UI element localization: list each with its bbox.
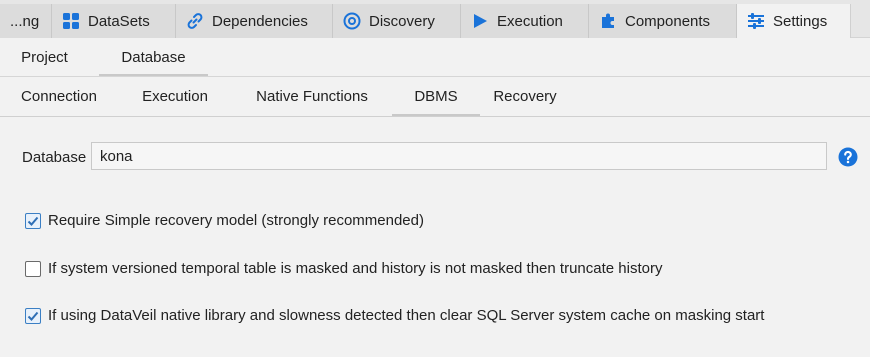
tab-execution[interactable]: Execution [461, 4, 589, 38]
tab-components[interactable]: Components [589, 4, 737, 38]
checkbox-label: If using DataVeil native library and slo… [48, 307, 765, 324]
tab-label: Database [121, 48, 186, 66]
tab-label: ...ng [10, 12, 40, 30]
main-tab-bar: ...ng DataSets Dependencies Discovery Ex… [0, 0, 870, 38]
tab-label: Connection [21, 88, 97, 105]
tab-label: Settings [773, 12, 828, 30]
option-clear-cache[interactable]: If using DataVeil native library and slo… [25, 307, 764, 324]
checkmark-icon [27, 216, 39, 226]
tab-db-execution[interactable]: Execution [118, 77, 232, 116]
target-icon [343, 12, 361, 30]
tab-recovery[interactable]: Recovery [480, 77, 570, 116]
database-input[interactable] [91, 142, 827, 170]
checkbox-label: Require Simple recovery model (strongly … [48, 212, 424, 229]
link-icon [186, 12, 204, 30]
tab-truncated[interactable]: ...ng [0, 4, 52, 38]
tab-dependencies[interactable]: Dependencies [176, 4, 333, 38]
tab-discovery[interactable]: Discovery [333, 4, 461, 38]
tab-database[interactable]: Database [99, 38, 208, 76]
puzzle-icon [599, 12, 617, 30]
tab-settings[interactable]: Settings [737, 4, 851, 38]
tab-label: Recovery [493, 88, 557, 105]
tab-dbms[interactable]: DBMS [392, 77, 480, 116]
checkbox[interactable] [25, 307, 41, 324]
tab-native-functions[interactable]: Native Functions [232, 77, 392, 116]
tab-label: DataSets [88, 12, 150, 30]
checkbox-label: If system versioned temporal table is ma… [48, 260, 663, 277]
tab-label: DBMS [414, 88, 458, 105]
tab-label: Execution [497, 12, 563, 30]
checkbox[interactable] [25, 212, 41, 229]
tab-datasets[interactable]: DataSets [52, 4, 176, 38]
tab-label: Execution [142, 88, 208, 105]
play-icon [471, 12, 489, 30]
database-label: Database [22, 149, 87, 166]
dbms-settings-panel: Database Require Simple recovery model (… [0, 118, 870, 357]
grid-icon [62, 12, 80, 30]
tab-label: Components [625, 12, 711, 30]
sliders-icon [747, 12, 765, 30]
tab-connection[interactable]: Connection [0, 77, 118, 116]
settings-tab-bar: Project Database [0, 38, 870, 77]
tab-label: Native Functions [256, 88, 368, 105]
tab-label: Discovery [369, 12, 435, 30]
option-simple-recovery[interactable]: Require Simple recovery model (strongly … [25, 212, 424, 229]
tab-project[interactable]: Project [0, 38, 89, 76]
tab-label: Dependencies [212, 12, 308, 30]
option-truncate-history[interactable]: If system versioned temporal table is ma… [25, 260, 662, 277]
checkmark-icon [27, 311, 39, 321]
tab-label: Project [21, 48, 68, 66]
checkbox[interactable] [25, 260, 41, 277]
help-icon[interactable] [838, 147, 858, 167]
database-tab-bar: Connection Execution Native Functions DB… [0, 77, 870, 117]
